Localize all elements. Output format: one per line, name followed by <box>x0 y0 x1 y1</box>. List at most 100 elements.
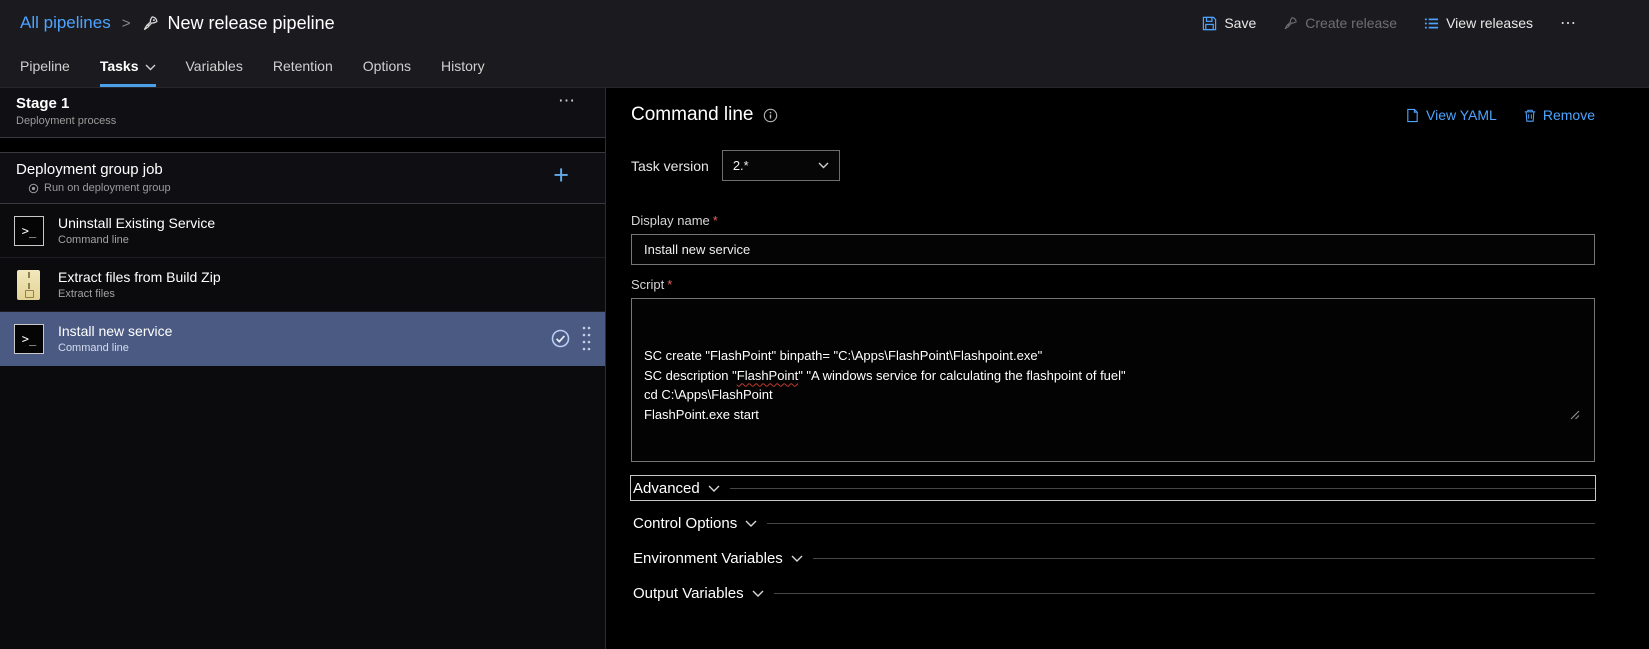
chevron-down-icon <box>145 64 156 71</box>
task-texts: Extract files from Build Zip Extract fil… <box>58 269 591 300</box>
misspelled-word: FlashPoint <box>736 367 799 383</box>
script-line: cd C:\Apps\FlashPoint <box>644 387 773 402</box>
task-title: Extract files from Build Zip <box>58 269 221 285</box>
breadcrumb-all-pipelines[interactable]: All pipelines <box>20 13 111 33</box>
section-divider <box>773 592 1595 594</box>
chevron-down-icon <box>818 162 829 169</box>
required-asterisk: * <box>712 213 718 228</box>
drag-handle[interactable] <box>582 325 591 352</box>
zip-file-icon <box>17 269 40 300</box>
job-subtitle: Run on deployment group <box>16 182 591 194</box>
topbar-actions: Save Create release View releases ⋯ <box>1202 13 1649 33</box>
display-name-label-text: Display name <box>631 213 710 228</box>
panel-gap <box>0 138 605 152</box>
breadcrumb-separator: > <box>121 14 131 32</box>
task-subtitle: Extract files <box>58 288 115 300</box>
job-title: Deployment group job <box>16 161 163 178</box>
tab-history-label: History <box>441 58 485 74</box>
chevron-down-icon <box>752 590 764 598</box>
chevron-down-icon <box>708 485 720 493</box>
display-name-input[interactable] <box>631 234 1595 265</box>
task-row-uninstall-existing-service[interactable]: >_ Uninstall Existing Service Command li… <box>0 204 605 258</box>
stage-tasks-panel: Stage 1 Deployment process ⋯ Deployment … <box>0 88 606 649</box>
task-detail-panel: Command line View YAML Remove Task versi… <box>607 88 1649 649</box>
task-title: Uninstall Existing Service <box>58 215 216 231</box>
script-line: SC create "FlashPoint" binpath= "C:\Apps… <box>644 348 1043 363</box>
save-label: Save <box>1224 15 1257 31</box>
remove-task-button[interactable]: Remove <box>1523 107 1595 123</box>
tab-retention[interactable]: Retention <box>273 46 333 87</box>
more-actions-button[interactable]: ⋯ <box>1560 13 1577 33</box>
tab-pipeline[interactable]: Pipeline <box>20 46 70 87</box>
tab-options-label: Options <box>362 58 412 74</box>
task-row-install-new-service[interactable]: >_ Install new service Command line <box>0 312 605 366</box>
deployment-group-job-header[interactable]: Deployment group job Run on deployment g… <box>0 152 605 204</box>
page-title: New release pipeline <box>167 12 335 33</box>
chevron-down-icon <box>791 555 803 563</box>
view-releases-label: View releases <box>1446 15 1533 31</box>
stage-header[interactable]: Stage 1 Deployment process ⋯ <box>0 88 605 138</box>
task-row-extract-files[interactable]: Extract files from Build Zip Extract fil… <box>0 258 605 312</box>
section-control-options-label: Control Options <box>631 515 757 532</box>
add-task-button[interactable]: + <box>553 162 569 189</box>
stage-more-button[interactable]: ⋯ <box>558 91 577 111</box>
save-icon <box>1202 16 1217 31</box>
task-version-select[interactable]: 2.* <box>721 150 840 181</box>
section-environment-variables-label: Environment Variables <box>631 550 803 567</box>
script-editor[interactable]: SC create "FlashPoint" binpath= "C:\Apps… <box>631 298 1595 462</box>
tab-variables-label: Variables <box>185 58 243 74</box>
section-label-text: Environment Variables <box>633 549 783 567</box>
script-label-text: Script <box>631 277 665 292</box>
task-version-row: Task version 2.* <box>631 150 1595 181</box>
save-button[interactable]: Save <box>1202 15 1256 31</box>
section-divider <box>812 557 1595 559</box>
tab-history[interactable]: History <box>441 46 485 87</box>
release-pipeline-icon <box>142 15 159 32</box>
script-line: FlashPoint.exe start <box>644 406 759 422</box>
section-advanced[interactable]: Advanced <box>630 475 1596 501</box>
section-label-text: Output Variables <box>633 584 744 602</box>
task-detail-header: Command line View YAML Remove <box>631 102 1595 128</box>
section-label-text: Advanced <box>633 479 700 497</box>
deployment-group-icon <box>28 183 39 194</box>
tab-variables[interactable]: Variables <box>186 46 243 87</box>
section-environment-variables[interactable]: Environment Variables <box>631 546 1595 570</box>
list-icon <box>1424 16 1439 31</box>
view-releases-button[interactable]: View releases <box>1424 15 1533 31</box>
script-line: SC description "FlashPoint" "A windows s… <box>644 367 1126 383</box>
task-type-title: Command line <box>631 104 778 126</box>
section-advanced-label: Advanced <box>631 480 720 497</box>
top-command-bar: All pipelines > New release pipeline Sav… <box>0 0 1649 46</box>
tab-pipeline-label: Pipeline <box>20 58 70 74</box>
stage-title: Stage 1 <box>16 95 70 112</box>
info-icon[interactable] <box>763 108 778 123</box>
resize-grip-icon[interactable] <box>1570 371 1592 459</box>
section-control-options[interactable]: Control Options <box>631 511 1595 535</box>
display-name-label: Display name * <box>631 213 1595 228</box>
view-yaml-button[interactable]: View YAML <box>1405 107 1497 123</box>
chevron-down-icon <box>745 520 757 528</box>
task-title: Install new service <box>58 323 173 339</box>
required-asterisk: * <box>667 277 673 292</box>
job-subtitle-label: Run on deployment group <box>44 182 171 194</box>
tab-options[interactable]: Options <box>363 46 411 87</box>
section-divider <box>729 487 1595 489</box>
tab-tasks[interactable]: Tasks <box>99 46 156 87</box>
task-texts: Install new service Command line <box>58 323 551 354</box>
task-type-title-label: Command line <box>631 104 754 125</box>
script-label: Script * <box>631 277 1595 292</box>
task-subtitle: Command line <box>58 342 129 354</box>
task-subtitle: Command line <box>58 234 129 246</box>
task-version-label: Task version <box>631 157 709 174</box>
create-release-button[interactable]: Create release <box>1283 15 1397 31</box>
rocket-icon <box>1283 16 1298 31</box>
create-release-label: Create release <box>1305 15 1398 31</box>
view-yaml-label: View YAML <box>1426 107 1497 123</box>
tab-retention-label: Retention <box>272 58 333 74</box>
task-enabled-check-icon[interactable] <box>551 329 570 348</box>
section-output-variables[interactable]: Output Variables <box>631 581 1595 605</box>
task-texts: Uninstall Existing Service Command line <box>58 215 591 246</box>
section-label-text: Control Options <box>633 514 738 532</box>
trash-icon <box>1523 108 1537 123</box>
yaml-document-icon <box>1405 108 1420 123</box>
